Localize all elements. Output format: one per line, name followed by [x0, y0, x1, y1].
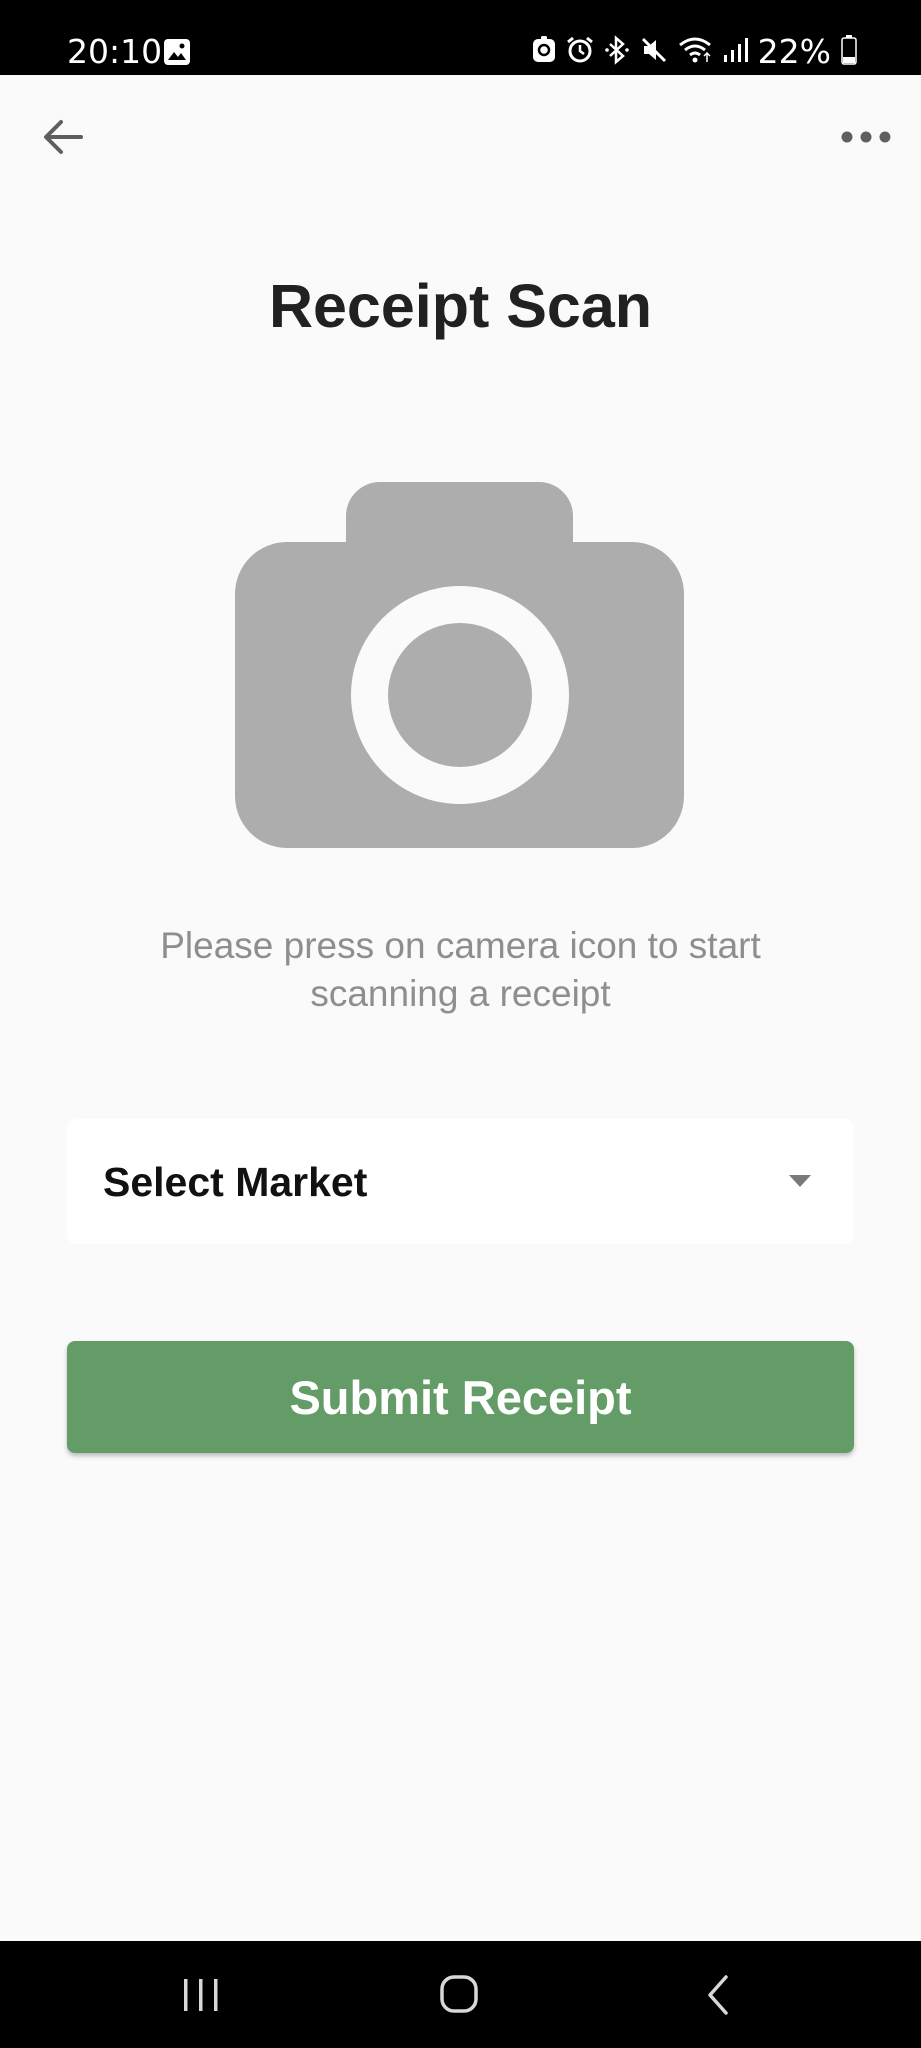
back-icon[interactable]: [698, 1971, 738, 2019]
bluetooth-icon: [604, 34, 630, 70]
more-horizontal-icon: [841, 131, 891, 143]
system-nav-bar: [0, 1941, 921, 2048]
alarm-icon: [566, 36, 594, 69]
battery-icon: [841, 34, 857, 70]
status-time: 20:10: [67, 32, 163, 71]
market-select[interactable]: Select Market: [67, 1119, 854, 1244]
gallery-icon: [163, 38, 191, 71]
camera-icon: [235, 482, 684, 848]
recents-icon[interactable]: [176, 1975, 226, 2015]
home-icon[interactable]: [435, 1971, 485, 2019]
receipt-scan-screen: 20:10 22% Receipt Scan Please press on c…: [0, 0, 921, 2048]
more-options-button[interactable]: [836, 115, 896, 159]
submit-receipt-button[interactable]: Submit Receipt: [67, 1341, 854, 1453]
dropdown-arrow-icon: [788, 1174, 812, 1193]
scan-hint-text: Please press on camera icon to start sca…: [160, 925, 761, 1014]
wifi-icon: [678, 36, 712, 69]
status-icons: 22%: [532, 32, 857, 72]
mute-icon: [640, 36, 668, 69]
back-button[interactable]: [36, 110, 90, 164]
market-select-value: Select Market: [103, 1159, 368, 1205]
arrow-left-icon: [44, 120, 83, 154]
signal-icon: [722, 37, 748, 68]
app-notification-icon: [532, 35, 556, 69]
camera-button[interactable]: [235, 482, 684, 848]
page-title: Receipt Scan: [268, 272, 653, 340]
status-bar: 20:10 22%: [0, 0, 921, 75]
battery-percent: 22%: [757, 32, 831, 71]
